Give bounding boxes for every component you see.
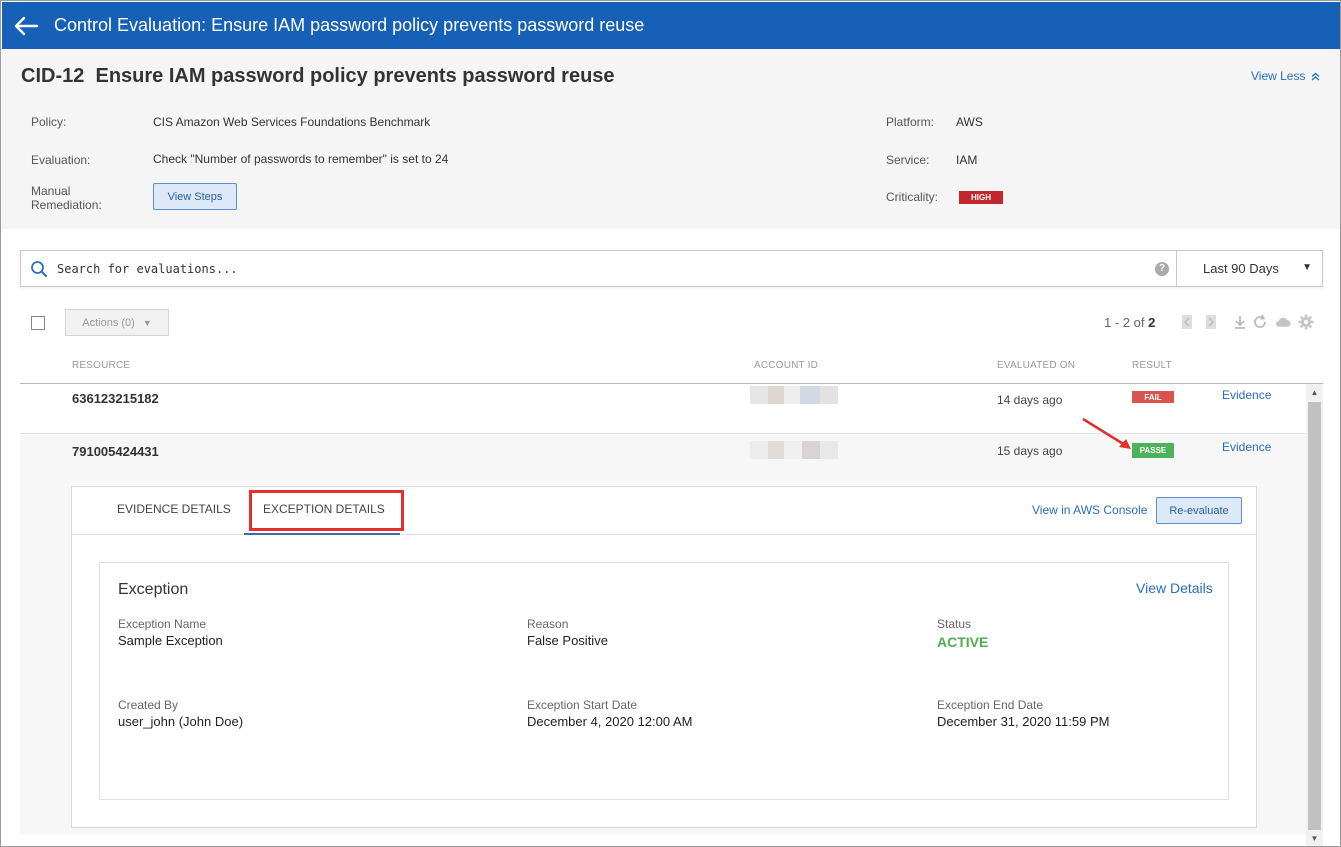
- view-in-aws-console-link[interactable]: View in AWS Console: [1032, 503, 1147, 517]
- result-label: PASS: [1139, 446, 1161, 455]
- search-icon: [21, 251, 57, 287]
- scrollbar[interactable]: ▲ ▼: [1306, 384, 1323, 846]
- page-title: Control Evaluation: Ensure IAM password …: [54, 15, 645, 35]
- exception-card: Exception View Details Exception Name Sa…: [99, 562, 1229, 800]
- start-date-label: Exception Start Date: [527, 698, 638, 712]
- criticality-badge: HIGH: [959, 191, 1003, 204]
- chevron-double-up-icon: [1312, 72, 1320, 80]
- end-date-label: Exception End Date: [937, 698, 1044, 712]
- view-details-link[interactable]: View Details: [1136, 580, 1213, 596]
- evaluated-on: 15 days ago: [997, 444, 1063, 458]
- arrow-left-icon: [14, 16, 39, 35]
- resource-id: 791005424431: [72, 444, 159, 459]
- column-header-account-id[interactable]: ACCOUNT ID: [754, 360, 818, 371]
- date-range-select[interactable]: Last 90 Days ▼: [1176, 251, 1322, 286]
- cloud-icon[interactable]: [1275, 314, 1291, 330]
- result-suffix: E: [1160, 446, 1167, 455]
- service-label: Service:: [886, 153, 930, 167]
- table-row[interactable]: 636123215182 14 days ago FAIL Evidence: [20, 384, 1306, 434]
- select-all-checkbox[interactable]: [31, 316, 45, 330]
- evidence-link[interactable]: Evidence: [1222, 388, 1271, 402]
- actions-dropdown[interactable]: Actions (0) ▼: [65, 309, 169, 336]
- scrollbar-thumb[interactable]: [1308, 402, 1321, 830]
- result-badge-pass: PASS E: [1132, 443, 1174, 458]
- scroll-down-icon[interactable]: ▼: [1306, 830, 1323, 846]
- created-by-value: user_john (John Doe): [118, 714, 244, 729]
- exception-name-label: Exception Name: [118, 617, 207, 631]
- actions-label: Actions (0): [82, 316, 135, 329]
- page-next-icon[interactable]: [1203, 314, 1219, 330]
- status-label: Status: [937, 617, 972, 631]
- policy-value: CIS Amazon Web Services Foundations Benc…: [153, 115, 431, 129]
- reason-label: Reason: [527, 617, 569, 631]
- result-badge-fail: FAIL: [1132, 391, 1174, 403]
- reason-value: False Positive: [527, 633, 608, 648]
- date-range-value: Last 90 Days: [1203, 261, 1279, 276]
- app-frame: Control Evaluation: Ensure IAM password …: [0, 0, 1341, 847]
- control-name: Ensure IAM password policy prevents pass…: [95, 65, 615, 87]
- back-button[interactable]: [2, 2, 50, 49]
- exception-title: Exception: [118, 581, 189, 598]
- search-bar: ? Last 90 Days ▼: [20, 250, 1323, 287]
- annotation-highlight-box: [249, 490, 404, 531]
- tab-evidence-details[interactable]: EVIDENCE DETAILS: [117, 502, 231, 516]
- manual-remediation-label-line1: Manual: [31, 184, 71, 198]
- control-header: CID-12 Ensure IAM password policy preven…: [2, 49, 1340, 229]
- created-by-label: Created By: [118, 698, 179, 712]
- evaluation-detail-panel: EVIDENCE DETAILS EXCEPTION DETAILS View …: [71, 486, 1257, 828]
- account-id-redacted: [750, 386, 838, 404]
- platform-value: AWS: [956, 115, 983, 129]
- view-less-link[interactable]: View Less: [1251, 69, 1320, 83]
- evaluated-on: 14 days ago: [997, 393, 1063, 407]
- caret-down-icon: ▼: [1302, 262, 1312, 273]
- scroll-up-icon[interactable]: ▲: [1306, 384, 1323, 401]
- criticality-label: Criticality:: [886, 190, 939, 204]
- detail-tabs: EVIDENCE DETAILS EXCEPTION DETAILS View …: [72, 487, 1256, 535]
- gear-icon[interactable]: [1298, 314, 1314, 330]
- evaluation-label: Evaluation:: [31, 153, 91, 167]
- refresh-icon[interactable]: [1252, 314, 1268, 330]
- page-prev-icon[interactable]: [1179, 314, 1195, 330]
- control-title: CID-12 Ensure IAM password policy preven…: [21, 65, 615, 88]
- policy-label: Policy:: [31, 115, 67, 129]
- search-input[interactable]: [57, 253, 1147, 284]
- re-evaluate-button[interactable]: Re-evaluate: [1156, 497, 1242, 524]
- service-value: IAM: [956, 153, 978, 167]
- pager-range: 1 - 2 of: [1104, 315, 1149, 330]
- view-steps-button[interactable]: View Steps: [153, 183, 237, 210]
- help-icon[interactable]: ?: [1155, 261, 1169, 276]
- control-id: CID-12: [21, 65, 85, 87]
- start-date-value: December 4, 2020 12:00 AM: [527, 714, 693, 729]
- column-header-result[interactable]: RESULT: [1132, 360, 1172, 371]
- view-less-label: View Less: [1251, 69, 1306, 83]
- end-date-value: December 31, 2020 11:59 PM: [937, 714, 1110, 729]
- platform-label: Platform:: [886, 115, 935, 129]
- pager-total: 2: [1148, 315, 1156, 330]
- evidence-link[interactable]: Evidence: [1222, 440, 1271, 454]
- column-header-resource[interactable]: RESOURCE: [72, 360, 130, 371]
- status-badge: ACTIVE: [937, 634, 989, 650]
- resource-id: 636123215182: [72, 391, 159, 406]
- download-icon[interactable]: [1232, 314, 1248, 330]
- pager-summary: 1 - 2 of 2: [1104, 315, 1155, 330]
- top-bar: Control Evaluation: Ensure IAM password …: [2, 2, 1340, 49]
- manual-remediation-label-line2: Remediation:: [31, 198, 102, 212]
- exception-name-value: Sample Exception: [118, 633, 223, 648]
- evaluation-value: Check "Number of passwords to remember" …: [153, 152, 449, 166]
- caret-down-icon: ▼: [142, 317, 152, 328]
- active-tab-indicator: [244, 533, 400, 535]
- account-id-redacted: [750, 441, 838, 459]
- column-header-evaluated-on[interactable]: EVALUATED ON: [997, 360, 1075, 371]
